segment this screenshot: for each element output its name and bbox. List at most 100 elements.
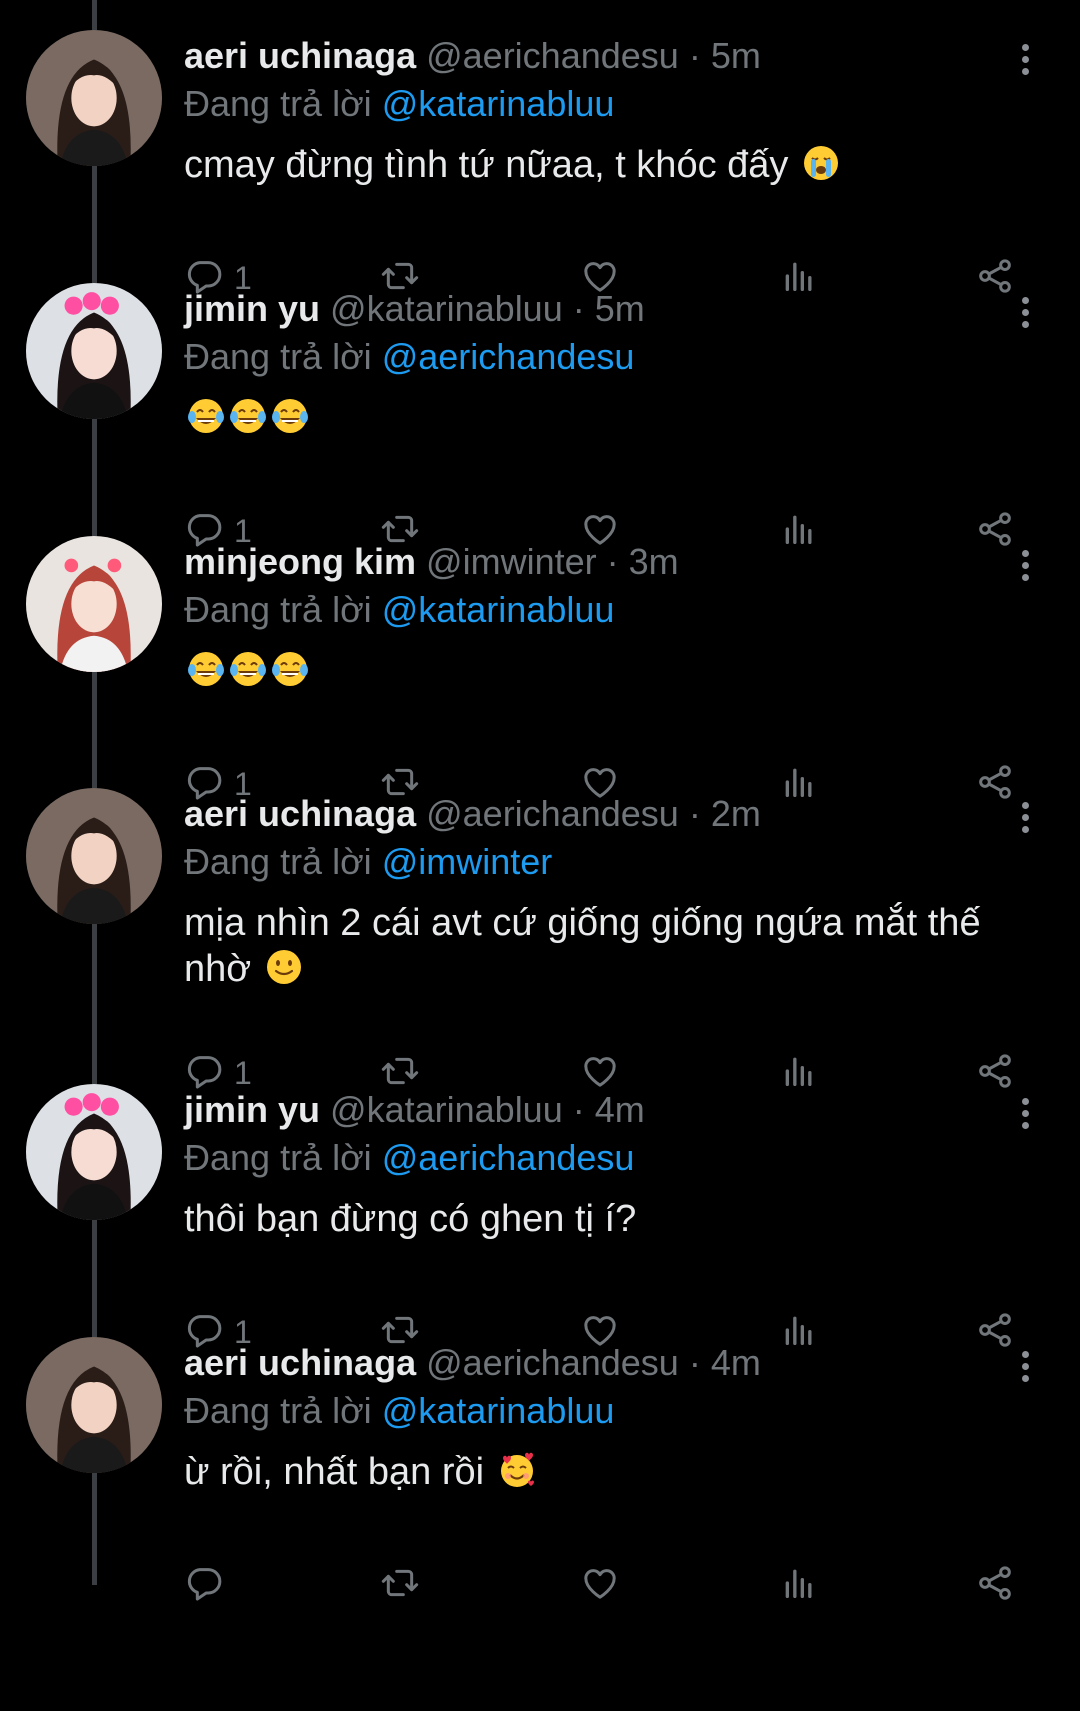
- share-icon: [975, 762, 1015, 807]
- tweet-header: aeri uchinaga @aerichandesu · 4m: [184, 1341, 761, 1385]
- more-vertical-icon: [1010, 1351, 1040, 1382]
- tweet-text-content: thôi bạn đừng có ghen tị í?: [184, 1198, 637, 1240]
- display-name[interactable]: jimin yu: [184, 288, 320, 329]
- separator: ·: [688, 1342, 701, 1383]
- separator: ·: [688, 35, 701, 76]
- timestamp: 5m: [710, 35, 761, 76]
- views-button[interactable]: [779, 1307, 819, 1357]
- replying-to: Đang trả lời @katarinabluu: [184, 82, 614, 126]
- share-button[interactable]: [975, 506, 1015, 556]
- username[interactable]: @aerichandesu: [426, 35, 679, 76]
- more-vertical-icon: [1010, 802, 1040, 833]
- tweet-header: aeri uchinaga @aerichandesu · 5m: [184, 34, 761, 78]
- views-button[interactable]: [779, 253, 819, 303]
- views-button[interactable]: [779, 759, 819, 809]
- share-icon: [975, 509, 1015, 554]
- share-button[interactable]: [975, 759, 1015, 809]
- mention-link[interactable]: @imwinter: [382, 841, 553, 882]
- share-button[interactable]: [975, 253, 1015, 303]
- views-icon: [779, 509, 819, 554]
- mention-link[interactable]: @aerichandesu: [382, 336, 635, 377]
- share-icon: [975, 1310, 1015, 1355]
- avatar[interactable]: [26, 1084, 162, 1220]
- avatar[interactable]: [26, 788, 162, 924]
- timestamp: 4m: [710, 1342, 761, 1383]
- tweet-text: [184, 648, 1044, 694]
- avatar[interactable]: [26, 1337, 162, 1473]
- mention-link[interactable]: @katarinabluu: [382, 83, 615, 124]
- timestamp: 4m: [594, 1089, 645, 1130]
- replying-to-label: Đang trả lời: [184, 336, 372, 377]
- tweet-header: jimin yu @katarinabluu · 5m: [184, 287, 645, 331]
- timestamp: 3m: [628, 541, 679, 582]
- more-vertical-icon: [1010, 550, 1040, 581]
- tears-of-joy-face-emoji: [186, 396, 226, 436]
- display-name[interactable]: jimin yu: [184, 1089, 320, 1130]
- views-button[interactable]: [779, 1048, 819, 1098]
- reply-count: 1: [234, 1054, 252, 1091]
- replying-to: Đang trả lời @katarinabluu: [184, 1389, 614, 1433]
- timestamp: 2m: [710, 793, 761, 834]
- replying-to: Đang trả lời @aerichandesu: [184, 1136, 634, 1180]
- replying-to-label: Đang trả lời: [184, 589, 372, 630]
- share-button[interactable]: [975, 1560, 1015, 1610]
- views-button[interactable]: [779, 506, 819, 556]
- share-button[interactable]: [975, 1307, 1015, 1357]
- views-button[interactable]: [779, 1560, 819, 1610]
- display-name[interactable]: aeri uchinaga: [184, 35, 416, 76]
- more-options-button[interactable]: [1010, 40, 1040, 80]
- more-options-button[interactable]: [1010, 1347, 1040, 1387]
- replying-to: Đang trả lời @aerichandesu: [184, 335, 634, 379]
- more-options-button[interactable]: [1010, 798, 1040, 838]
- replying-to: Đang trả lời @imwinter: [184, 840, 552, 884]
- tweet-header: jimin yu @katarinabluu · 4m: [184, 1088, 645, 1132]
- views-icon: [779, 1563, 819, 1608]
- tweet-text-content: ừ rồi, nhất bạn rồi: [184, 1451, 485, 1493]
- display-name[interactable]: aeri uchinaga: [184, 793, 416, 834]
- tweet-text: cmay đừng tình tứ nữaa, t khóc đấy: [184, 142, 1044, 188]
- like-icon: [580, 1563, 620, 1608]
- smiling-face-with-hearts-emoji: [497, 1450, 537, 1490]
- more-options-button[interactable]: [1010, 293, 1040, 333]
- tweet-text: ừ rồi, nhất bạn rồi: [184, 1449, 1044, 1495]
- separator: ·: [572, 288, 585, 329]
- tears-of-joy-face-emoji: [228, 649, 268, 689]
- username[interactable]: @katarinabluu: [330, 288, 563, 329]
- display-name[interactable]: aeri uchinaga: [184, 1342, 416, 1383]
- avatar[interactable]: [26, 536, 162, 672]
- mention-link[interactable]: @aerichandesu: [382, 1137, 635, 1178]
- reply-button[interactable]: [184, 1560, 224, 1610]
- username[interactable]: @imwinter: [426, 541, 597, 582]
- share-button[interactable]: [975, 1048, 1015, 1098]
- mention-link[interactable]: @katarinabluu: [382, 589, 615, 630]
- separator: ·: [606, 541, 619, 582]
- replying-to: Đang trả lời @katarinabluu: [184, 588, 614, 632]
- more-options-button[interactable]: [1010, 546, 1040, 586]
- more-vertical-icon: [1010, 1098, 1040, 1129]
- avatar[interactable]: [26, 283, 162, 419]
- more-vertical-icon: [1010, 297, 1040, 328]
- tears-of-joy-face-emoji: [228, 396, 268, 436]
- reply-icon: [184, 1563, 224, 1608]
- mention-link[interactable]: @katarinabluu: [382, 1390, 615, 1431]
- retweet-button[interactable]: [380, 1560, 420, 1610]
- display-name[interactable]: minjeong kim: [184, 541, 416, 582]
- timestamp: 5m: [594, 288, 645, 329]
- separator: ·: [688, 793, 701, 834]
- replying-to-label: Đang trả lời: [184, 841, 372, 882]
- username[interactable]: @aerichandesu: [426, 793, 679, 834]
- replying-to-label: Đang trả lời: [184, 83, 372, 124]
- tears-of-joy-face-emoji: [186, 649, 226, 689]
- separator: ·: [572, 1089, 585, 1130]
- views-icon: [779, 256, 819, 301]
- username[interactable]: @katarinabluu: [330, 1089, 563, 1130]
- username[interactable]: @aerichandesu: [426, 1342, 679, 1383]
- views-icon: [779, 762, 819, 807]
- tweet-header: minjeong kim @imwinter · 3m: [184, 540, 679, 584]
- tweet-header: aeri uchinaga @aerichandesu · 2m: [184, 792, 761, 836]
- tears-of-joy-face-emoji: [270, 649, 310, 689]
- tweet-text-content: cmay đừng tình tứ nữaa, t khóc đấy: [184, 144, 789, 186]
- like-button[interactable]: [580, 1560, 620, 1610]
- avatar[interactable]: [26, 30, 162, 166]
- more-options-button[interactable]: [1010, 1094, 1040, 1134]
